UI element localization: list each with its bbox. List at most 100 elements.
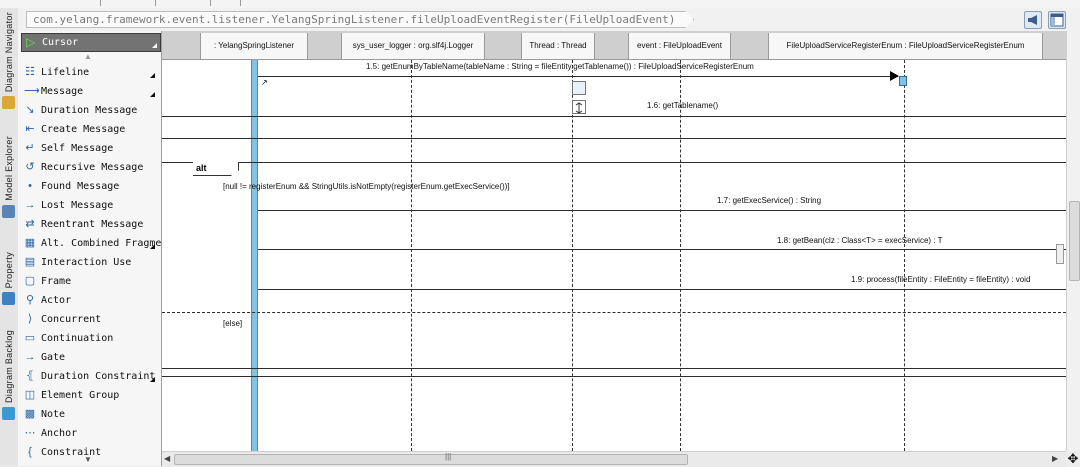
property-icon <box>2 292 15 306</box>
message-line[interactable] <box>258 76 898 77</box>
resize-grip-icon[interactable] <box>1056 244 1064 264</box>
anchor-icon: ⋯ <box>24 427 36 439</box>
scroll-down-icon[interactable]: ▼ <box>84 455 92 464</box>
palette-item-found-message[interactable]: • Found Message <box>21 178 159 195</box>
scroll-right-icon[interactable]: ▶ <box>1052 454 1058 463</box>
palette-item-label: Reentrant Message <box>41 219 144 230</box>
fragment-guard[interactable]: [null != registerEnum && StringUtils.isN… <box>223 182 510 191</box>
palette-item-lost-message[interactable]: → Lost Message <box>21 197 159 214</box>
more-tools-icon[interactable] <box>150 92 155 97</box>
activation-bar-small[interactable] <box>899 76 907 86</box>
resize-handle-icon[interactable]: ↗ <box>261 78 268 87</box>
lifeline-dashed <box>904 60 905 451</box>
scrollbar-thumb[interactable] <box>1069 201 1080 281</box>
self-message-icon: ↵ <box>25 142 35 154</box>
fragment-guard[interactable]: [else] <box>223 319 242 328</box>
breadcrumb-bar: com.yelang.framework.event.listener.Yela… <box>18 8 1080 32</box>
palette-item-frame[interactable]: ▢ Frame <box>21 273 159 290</box>
more-tools-icon <box>152 43 157 48</box>
tab-model-explorer[interactable]: Model Explorer <box>0 136 17 242</box>
breadcrumb[interactable]: com.yelang.framework.event.listener.Yela… <box>26 11 694 28</box>
tab-diagram-navigator[interactable]: Diagram Navigator <box>0 12 17 130</box>
move-icon[interactable]: ✥ <box>1066 451 1080 466</box>
duration-message-icon: ↘ <box>25 104 35 116</box>
fragment-operator[interactable]: alt <box>193 162 239 176</box>
interaction-use-icon: ▤ <box>24 256 36 268</box>
lifeline-head[interactable]: event : FileUploadEvent <box>628 33 731 59</box>
layout-panel-icon[interactable] <box>1048 11 1066 29</box>
note-icon: ▩ <box>24 408 36 420</box>
recursive-message-icon: ↺ <box>25 161 35 173</box>
vertical-scrollbar[interactable] <box>1066 31 1080 451</box>
resize-vertical-icon[interactable] <box>572 100 586 114</box>
lifeline-head[interactable]: Thread : Thread <box>521 33 595 59</box>
palette-item-note[interactable]: ▩ Note <box>21 406 159 423</box>
megaphone-icon[interactable] <box>1024 11 1042 29</box>
message-line[interactable] <box>258 289 1066 290</box>
lifeline-head[interactable]: sys_user_logger : org.slf4j.Logger <box>341 33 485 59</box>
palette-item-interaction-use[interactable]: ▤ Interaction Use <box>21 254 159 271</box>
activation-bar[interactable] <box>251 60 258 451</box>
model-explorer-icon <box>2 204 15 218</box>
palette-item-duration-constraint[interactable]: ⦃ Duration Constraint <box>21 368 159 385</box>
palette-item-label: Gate <box>41 352 66 363</box>
palette-item-actor[interactable]: ⚲ Actor <box>21 292 159 309</box>
lifeline-head[interactable]: FileUploadServiceRegisterEnum : FileUplo… <box>768 33 1043 59</box>
scroll-up-icon[interactable]: ▲ <box>84 52 92 61</box>
create-message-icon: ⇤ <box>25 123 35 135</box>
message-label[interactable]: 1.5: getEnumByTableName(tableName : Stri… <box>366 62 754 71</box>
palette-item-cursor[interactable]: ▷ Cursor <box>21 33 161 52</box>
more-tools-icon[interactable] <box>150 377 155 382</box>
lifeline-header-band: : YelangSpringListener sys_user_logger :… <box>162 31 1066 60</box>
palette-item-lifeline[interactable]: ☷ Lifeline <box>21 64 159 81</box>
toolbar-divider <box>210 0 211 6</box>
message-line[interactable] <box>258 249 1066 250</box>
message-line[interactable] <box>258 210 1066 211</box>
palette-item-label: Duration Constraint <box>41 371 156 382</box>
palette-item-label: Recursive Message <box>41 162 144 173</box>
palette-item-recursive-message[interactable]: ↺ Recursive Message <box>21 159 159 176</box>
palette-item-element-group[interactable]: ◫ Element Group <box>21 387 159 404</box>
lost-message-icon: → <box>24 199 36 211</box>
tab-diagram-backlog[interactable]: Diagram Backlog <box>0 330 17 440</box>
palette-item-label: Anchor <box>41 428 78 439</box>
palette-item-label: Cursor <box>42 37 79 48</box>
palette-item-label: Element Group <box>41 390 120 401</box>
palette-item-create-message[interactable]: ⇤ Create Message <box>21 121 159 138</box>
palette-item-reentrant-message[interactable]: ⇄ Reentrant Message <box>21 216 159 233</box>
palette-item-label: Create Message <box>41 124 126 135</box>
palette-item-anchor[interactable]: ⋯ Anchor <box>21 425 159 442</box>
message-label[interactable]: 1.8: getBean(clz : Class<T> = execServic… <box>777 236 942 245</box>
palette-item-label: Constraint <box>41 447 102 458</box>
diagram-toolbar-palette: ▷ Cursor ▲ ☷ Lifeline ⟶ Message ↘ Duration Me… <box>18 31 162 466</box>
palette-item-message[interactable]: ⟶ Message <box>21 83 159 100</box>
horizontal-scrollbar[interactable]: ◀ ||| ▶ <box>162 451 1066 467</box>
duration-constraint-icon: ⦃ <box>25 370 35 382</box>
palette-item-alt-combined-fragment[interactable]: ▦ Alt. Combined Fragment <box>21 235 161 252</box>
more-tools-icon[interactable] <box>150 73 155 78</box>
tab-label: Model Explorer <box>3 136 14 201</box>
message-label[interactable]: 1.9: process(fileEntity : FileEntity = f… <box>851 275 1030 284</box>
palette-item-label: Duration Message <box>41 105 138 116</box>
sequence-diagram-canvas[interactable]: : YelangSpringListener sys_user_logger :… <box>162 31 1066 451</box>
constraint-icon: { <box>28 446 32 458</box>
scrollbar-thumb[interactable] <box>174 454 688 465</box>
palette-item-self-message[interactable]: ↵ Self Message <box>21 140 159 157</box>
tab-property[interactable]: Property <box>0 252 17 324</box>
lifeline-dashed <box>680 60 681 451</box>
palette-item-concurrent[interactable]: ⟩ Concurrent <box>21 311 159 328</box>
message-label[interactable]: 1.7: getExecService() : String <box>717 196 821 205</box>
more-tools-icon[interactable] <box>150 244 155 249</box>
scroll-left-icon[interactable]: ◀ <box>164 454 170 463</box>
message-label[interactable]: 1.6: getTablename() <box>647 101 718 110</box>
palette-item-continuation[interactable]: ▭ Continuation <box>21 330 159 347</box>
found-message-icon: • <box>28 180 32 192</box>
navigator-icon <box>2 96 15 110</box>
palette-item-gate[interactable]: → Gate <box>21 349 159 366</box>
palette-item-duration-message[interactable]: ↘ Duration Message <box>21 102 159 119</box>
note-icon[interactable] <box>572 81 586 95</box>
palette-item-label: Message <box>41 86 84 97</box>
cursor-icon: ▷ <box>26 35 36 49</box>
message-line[interactable] <box>162 116 1066 117</box>
lifeline-head[interactable]: : YelangSpringListener <box>200 33 308 59</box>
